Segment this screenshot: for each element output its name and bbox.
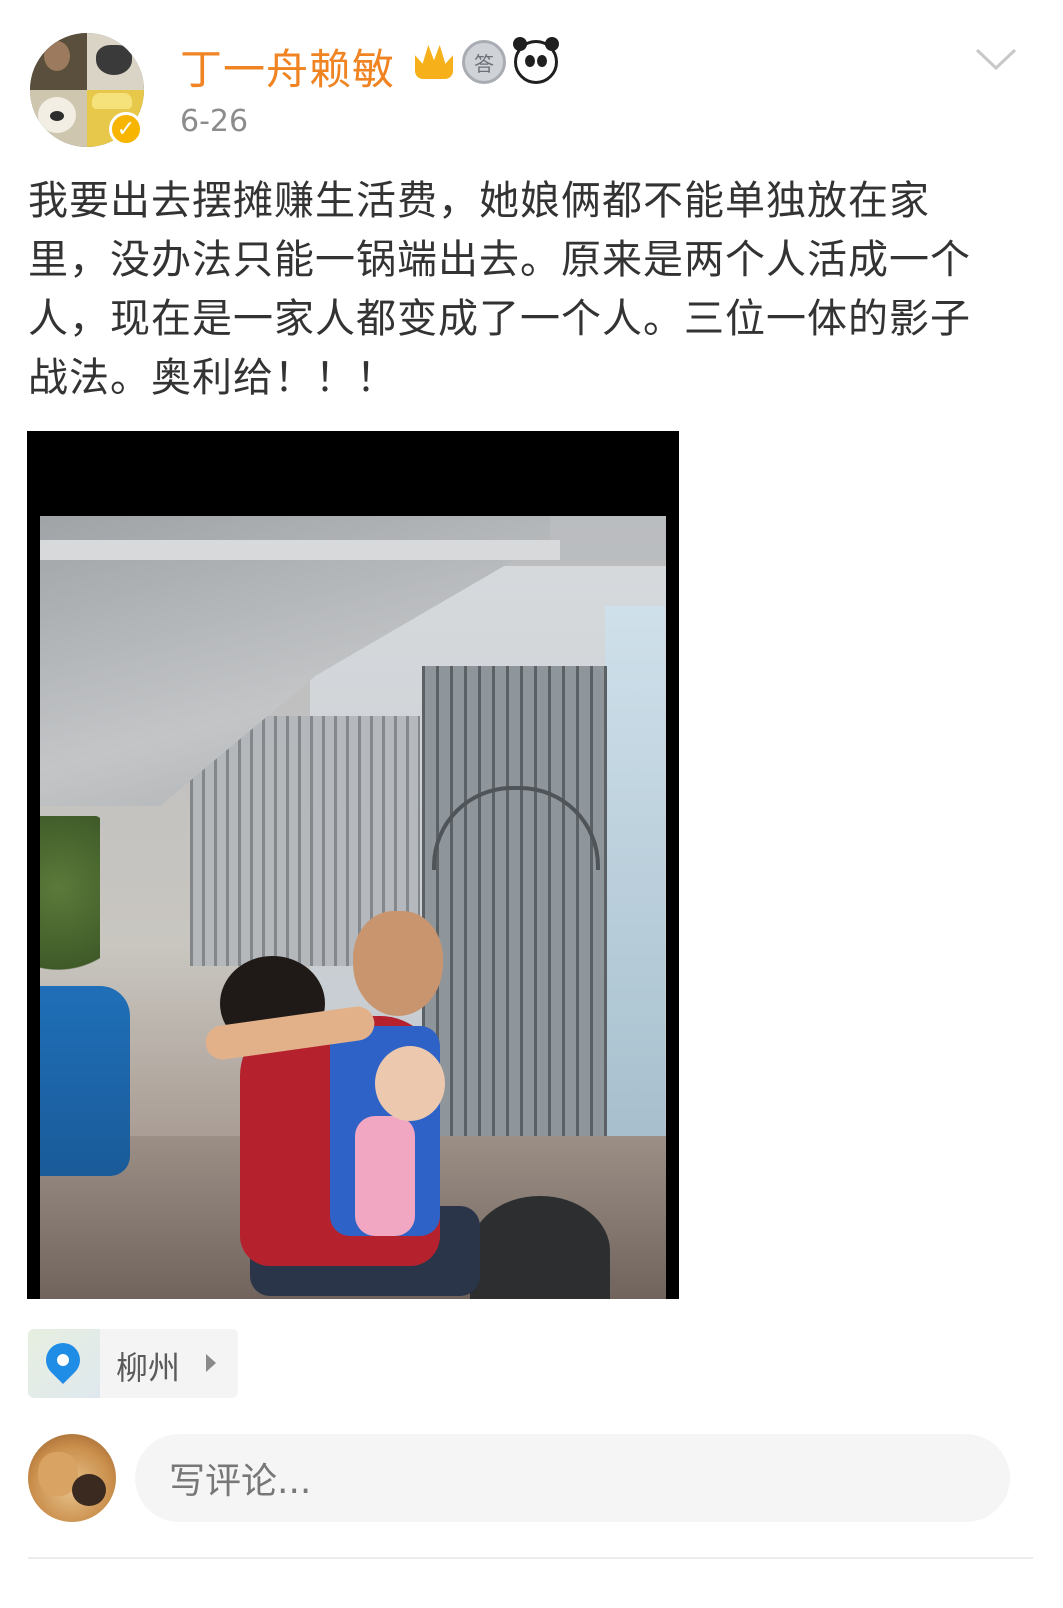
- panda-badge-icon[interactable]: [513, 37, 559, 84]
- comment-placeholder: 写评论...: [169, 1461, 312, 1502]
- author-name[interactable]: 丁一舟赖敏: [180, 36, 395, 97]
- location-pin-icon: [38, 1335, 88, 1385]
- current-user-avatar[interactable]: [28, 1434, 116, 1522]
- weibo-post-page: ✓ 丁一舟赖敏 答 6-26 我要出去摆摊赚生活费，她娘俩都不能单独放在家里，没…: [0, 0, 1063, 1608]
- location-chip[interactable]: 柳州: [28, 1329, 238, 1398]
- divider: [28, 1557, 1033, 1559]
- crown-badge-icon[interactable]: [412, 40, 456, 84]
- medal-badge-icon[interactable]: 答: [462, 40, 506, 84]
- location-label: 柳州: [116, 1349, 181, 1387]
- post-photo[interactable]: [27, 431, 679, 1299]
- chevron-right-icon: [206, 1354, 216, 1372]
- comment-input[interactable]: 写评论...: [135, 1434, 1010, 1522]
- location-map-thumb: [28, 1329, 100, 1398]
- chevron-down-icon[interactable]: [974, 44, 1018, 74]
- verified-icon: ✓: [109, 112, 143, 146]
- post-text: 我要出去摆摊赚生活费，她娘俩都不能单独放在家里，没办法只能一锅端出去。原来是两个…: [28, 178, 971, 401]
- post-date: 6-26: [180, 104, 249, 139]
- photo-scene: [40, 516, 666, 1299]
